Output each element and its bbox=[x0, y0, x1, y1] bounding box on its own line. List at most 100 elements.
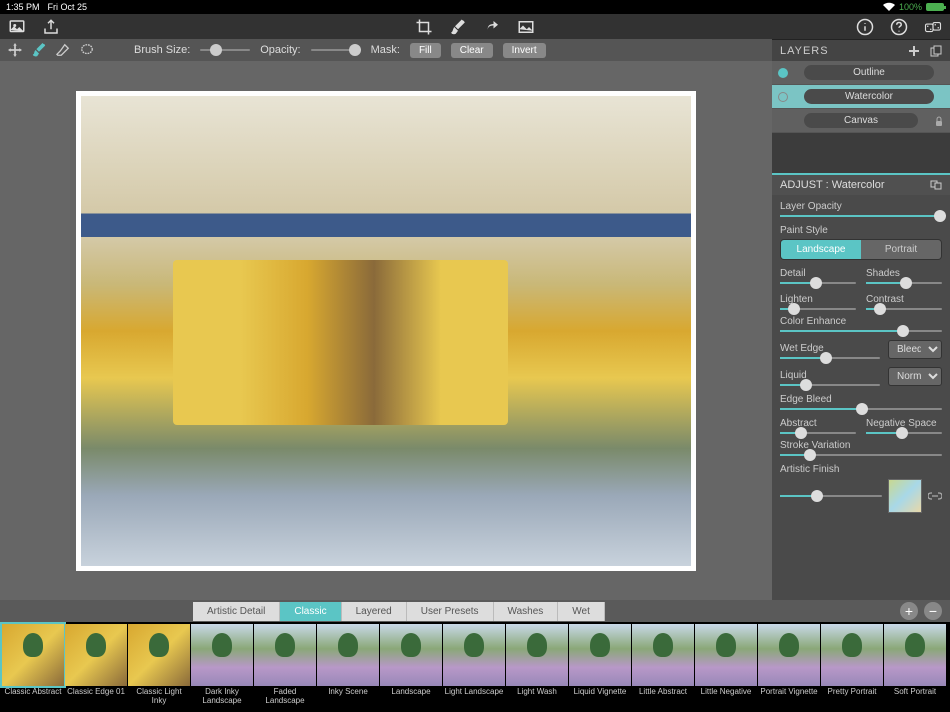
preset-liquid-vignette[interactable]: Liquid Vignette bbox=[569, 624, 631, 712]
preset-pretty-portrait[interactable]: Pretty Portrait bbox=[821, 624, 883, 712]
adjust-menu-icon[interactable] bbox=[930, 179, 942, 191]
preset-tabs: Artistic DetailClassicLayeredUser Preset… bbox=[0, 600, 950, 622]
abstract-slider[interactable] bbox=[780, 432, 856, 434]
layer-row-outline[interactable]: Outline bbox=[772, 61, 950, 85]
open-image-icon[interactable] bbox=[8, 18, 26, 36]
preset-tab-classic[interactable]: Classic bbox=[280, 602, 341, 621]
layer-name: Watercolor bbox=[804, 89, 934, 104]
preset-tab-user-presets[interactable]: User Presets bbox=[407, 602, 494, 621]
lasso-tool-icon[interactable] bbox=[80, 43, 94, 57]
liquid-dropdown[interactable]: Normal bbox=[888, 367, 942, 386]
add-preset-button[interactable]: + bbox=[900, 602, 918, 620]
preset-portrait-vignette[interactable]: Portrait Vignette bbox=[758, 624, 820, 712]
preset-inky-scene[interactable]: Inky Scene bbox=[317, 624, 379, 712]
adjust-title: ADJUST : Watercolor bbox=[780, 179, 885, 191]
brush-tool-icon[interactable] bbox=[32, 43, 46, 57]
layer-row-watercolor[interactable]: Watercolor bbox=[772, 85, 950, 109]
color-enhance-slider[interactable] bbox=[780, 330, 942, 332]
preset-light-wash[interactable]: Light Wash bbox=[506, 624, 568, 712]
layer-visibility-dot[interactable] bbox=[778, 116, 788, 126]
mask-fill-button[interactable]: Fill bbox=[410, 43, 441, 58]
randomize-icon[interactable] bbox=[924, 18, 942, 36]
brush-size-label: Brush Size: bbox=[134, 44, 190, 56]
status-date: Fri Oct 25 bbox=[48, 2, 88, 12]
battery-icon bbox=[926, 3, 944, 11]
help-icon[interactable] bbox=[890, 18, 908, 36]
opacity-slider[interactable] bbox=[311, 49, 361, 51]
brush-icon[interactable] bbox=[449, 18, 467, 36]
liquid-slider[interactable] bbox=[780, 384, 880, 386]
preset-classic-edge-01[interactable]: Classic Edge 01 bbox=[65, 624, 127, 712]
preset-little-abstract[interactable]: Little Abstract bbox=[632, 624, 694, 712]
canvas[interactable] bbox=[76, 91, 696, 571]
preset-thumbnail bbox=[569, 624, 631, 686]
stroke-variation-slider[interactable] bbox=[780, 454, 942, 456]
preset-tab-wet[interactable]: Wet bbox=[558, 602, 605, 621]
artistic-finish-slider[interactable] bbox=[780, 495, 882, 497]
mask-clear-button[interactable]: Clear bbox=[451, 43, 493, 58]
preset-tab-washes[interactable]: Washes bbox=[494, 602, 559, 621]
add-layer-icon[interactable] bbox=[908, 45, 920, 57]
preset-label: Classic Abstract bbox=[5, 688, 62, 706]
preset-tab-layered[interactable]: Layered bbox=[342, 602, 407, 621]
preset-landscape[interactable]: Landscape bbox=[380, 624, 442, 712]
layer-opacity-slider[interactable] bbox=[780, 215, 942, 217]
preset-label: Faded Landscape bbox=[254, 688, 316, 706]
preset-classic-light-inky[interactable]: Classic Light Inky bbox=[128, 624, 190, 712]
crop-icon[interactable] bbox=[415, 18, 433, 36]
portrait-option[interactable]: Portrait bbox=[861, 240, 941, 259]
lock-icon bbox=[934, 116, 944, 126]
stroke-variation-label: Stroke Variation bbox=[780, 440, 942, 451]
lighten-slider[interactable] bbox=[780, 308, 856, 310]
preset-label: Little Abstract bbox=[639, 688, 687, 706]
bleed-dropdown[interactable]: Bleed bbox=[888, 340, 942, 359]
move-tool-icon[interactable] bbox=[8, 43, 22, 57]
duplicate-layer-icon[interactable] bbox=[930, 45, 942, 57]
remove-preset-button[interactable]: − bbox=[924, 602, 942, 620]
layer-name: Canvas bbox=[804, 113, 918, 128]
link-icon[interactable] bbox=[928, 491, 942, 501]
mask-invert-button[interactable]: Invert bbox=[503, 43, 546, 58]
preset-dark-inky-landscape[interactable]: Dark Inky Landscape bbox=[191, 624, 253, 712]
preset-label: Landscape bbox=[391, 688, 430, 706]
opacity-label: Opacity: bbox=[260, 44, 300, 56]
layer-visibility-dot[interactable] bbox=[778, 68, 788, 78]
adjust-header: ADJUST : Watercolor bbox=[772, 173, 950, 195]
info-icon[interactable] bbox=[856, 18, 874, 36]
shades-slider[interactable] bbox=[866, 282, 942, 284]
preset-label: Light Wash bbox=[517, 688, 557, 706]
preset-label: Little Negative bbox=[701, 688, 752, 706]
preset-thumbnail bbox=[821, 624, 883, 686]
canvas-area bbox=[0, 61, 772, 600]
redo-icon[interactable] bbox=[483, 18, 501, 36]
preset-faded-landscape[interactable]: Faded Landscape bbox=[254, 624, 316, 712]
preset-label: Liquid Vignette bbox=[574, 688, 627, 706]
eraser-tool-icon[interactable] bbox=[56, 43, 70, 57]
artistic-finish-swatch[interactable] bbox=[888, 479, 922, 513]
preset-classic-abstract[interactable]: Classic Abstract bbox=[2, 624, 64, 712]
layer-visibility-dot[interactable] bbox=[778, 92, 788, 102]
preset-thumbnail bbox=[506, 624, 568, 686]
edge-bleed-slider[interactable] bbox=[780, 408, 942, 410]
paint-style-segmented[interactable]: Landscape Portrait bbox=[780, 239, 942, 260]
detail-slider[interactable] bbox=[780, 282, 856, 284]
preset-thumbnail bbox=[632, 624, 694, 686]
negative-space-slider[interactable] bbox=[866, 432, 942, 434]
wet-edge-label: Wet Edge bbox=[780, 343, 880, 354]
preset-soft-portrait[interactable]: Soft Portrait bbox=[884, 624, 946, 712]
contrast-slider[interactable] bbox=[866, 308, 942, 310]
image-frame-icon[interactable] bbox=[517, 18, 535, 36]
color-enhance-label: Color Enhance bbox=[780, 316, 942, 327]
battery-pct: 100% bbox=[899, 2, 922, 12]
brush-size-slider[interactable] bbox=[200, 49, 250, 51]
preset-thumbnail bbox=[443, 624, 505, 686]
preset-tab-artistic-detail[interactable]: Artistic Detail bbox=[193, 602, 280, 621]
layer-row-canvas[interactable]: Canvas bbox=[772, 109, 950, 133]
preset-label: Dark Inky Landscape bbox=[191, 688, 253, 706]
preset-little-negative[interactable]: Little Negative bbox=[695, 624, 757, 712]
preset-strip[interactable]: Classic AbstractClassic Edge 01Classic L… bbox=[0, 622, 950, 712]
preset-light-landscape[interactable]: Light Landscape bbox=[443, 624, 505, 712]
landscape-option[interactable]: Landscape bbox=[781, 240, 861, 259]
wet-edge-slider[interactable] bbox=[780, 357, 880, 359]
export-icon[interactable] bbox=[42, 18, 60, 36]
